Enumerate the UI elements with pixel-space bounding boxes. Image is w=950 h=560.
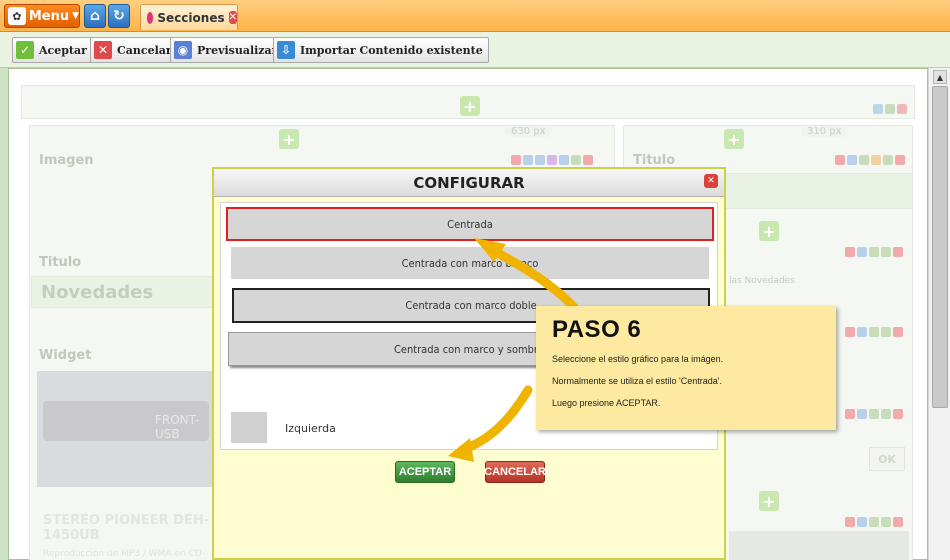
home-icon: ⌂ bbox=[89, 8, 101, 24]
imagen-title: Imagen bbox=[39, 153, 94, 168]
callout-line-2: Normalmente se utiliza el estilo 'Centra… bbox=[552, 376, 723, 386]
menu-label: Menu bbox=[28, 8, 70, 24]
dialog-title: CONFIGURAR bbox=[214, 169, 724, 197]
add-row-icon[interactable]: + bbox=[460, 96, 480, 116]
menu-button[interactable]: ✿ Menu ▼ bbox=[4, 4, 80, 28]
col-right-width: 310 px bbox=[801, 126, 848, 137]
product-image: FRONT-USB bbox=[37, 371, 215, 487]
eye-icon: ◉ bbox=[174, 41, 192, 59]
accept-button[interactable]: ✓ Aceptar bbox=[12, 37, 93, 63]
tab-label: Secciones bbox=[157, 10, 225, 25]
toolbar: ✓ Aceptar ✕ Cancelar ◉ Previsualizar ⇩ I… bbox=[0, 32, 950, 68]
callout-line-3: Luego presione ACEPTAR. bbox=[552, 398, 661, 408]
imagen-tools bbox=[511, 155, 593, 165]
stereo-desc: Reproducción de MP3 / WMA en CD- bbox=[43, 549, 206, 559]
option-izquierda-swatch[interactable] bbox=[231, 412, 267, 443]
titulo-title: Titulo bbox=[39, 255, 82, 270]
callout-line-1: Seleccione el estilo gráfico para la imá… bbox=[552, 354, 724, 364]
titulo-right-title: Titulo bbox=[633, 153, 676, 168]
import-icon: ⇩ bbox=[277, 41, 295, 59]
option-izquierda-label[interactable]: Izquierda bbox=[285, 422, 336, 435]
tab-secciones[interactable]: Secciones ✕ bbox=[140, 4, 238, 30]
titulo-right-tools bbox=[835, 155, 905, 165]
right-image bbox=[729, 531, 909, 560]
dialog-close-icon[interactable]: ✕ bbox=[704, 174, 718, 188]
cancel-label: Cancelar bbox=[117, 43, 172, 57]
front-usb-label: FRONT-USB bbox=[155, 413, 200, 441]
add-right-icon[interactable]: + bbox=[724, 129, 744, 149]
vertical-scrollbar[interactable]: ▲ bbox=[928, 68, 950, 560]
add-right-icon-3[interactable]: + bbox=[759, 491, 779, 511]
las-novedades-text: las Novedades bbox=[729, 276, 795, 286]
scroll-thumb[interactable] bbox=[932, 86, 948, 408]
ok-button[interactable]: OK bbox=[869, 447, 905, 471]
add-left-icon[interactable]: + bbox=[279, 129, 299, 149]
cross-icon: ✕ bbox=[94, 41, 112, 59]
preview-button[interactable]: ◉ Previsualizar bbox=[170, 37, 284, 63]
widget-title: Widget bbox=[39, 348, 92, 363]
close-tab-icon[interactable]: ✕ bbox=[228, 11, 237, 24]
app-logo-icon: ✿ bbox=[8, 7, 26, 25]
import-label: Importar Contenido existente bbox=[300, 43, 483, 57]
option-centrada[interactable]: Centrada bbox=[226, 207, 714, 241]
novedades-text: Novedades bbox=[41, 282, 154, 303]
refresh-icon: ↻ bbox=[113, 8, 125, 24]
stereo-title: STEREO PIONEER DEH-1450UB bbox=[43, 513, 210, 543]
accept-label: Aceptar bbox=[39, 43, 87, 57]
option-centrada-marco-blanco[interactable]: Centrada con marco blanco bbox=[231, 247, 709, 279]
refresh-button[interactable]: ↻ bbox=[108, 4, 130, 28]
row-tools bbox=[873, 104, 907, 114]
chevron-down-icon: ▼ bbox=[72, 11, 79, 21]
cancel-button[interactable]: ✕ Cancelar bbox=[90, 37, 178, 63]
import-button[interactable]: ⇩ Importar Contenido existente bbox=[273, 37, 489, 63]
callout-title: PASO 6 bbox=[552, 316, 642, 343]
dialog-cancel-button[interactable]: CANCELAR bbox=[484, 461, 546, 483]
secciones-icon bbox=[147, 11, 154, 24]
home-button[interactable]: ⌂ bbox=[84, 4, 106, 28]
top-bar: ✿ Menu ▼ ⌂ ↻ Secciones ✕ bbox=[0, 0, 950, 32]
scroll-up-icon[interactable]: ▲ bbox=[933, 70, 947, 84]
add-right-icon-2[interactable]: + bbox=[759, 221, 779, 241]
col-left-width: 630 px bbox=[505, 126, 552, 137]
preview-label: Previsualizar bbox=[197, 43, 278, 57]
tutorial-callout: PASO 6 Seleccione el estilo gráfico para… bbox=[536, 306, 836, 430]
check-icon: ✓ bbox=[16, 41, 34, 59]
dialog-accept-button[interactable]: ACEPTAR bbox=[395, 461, 455, 483]
